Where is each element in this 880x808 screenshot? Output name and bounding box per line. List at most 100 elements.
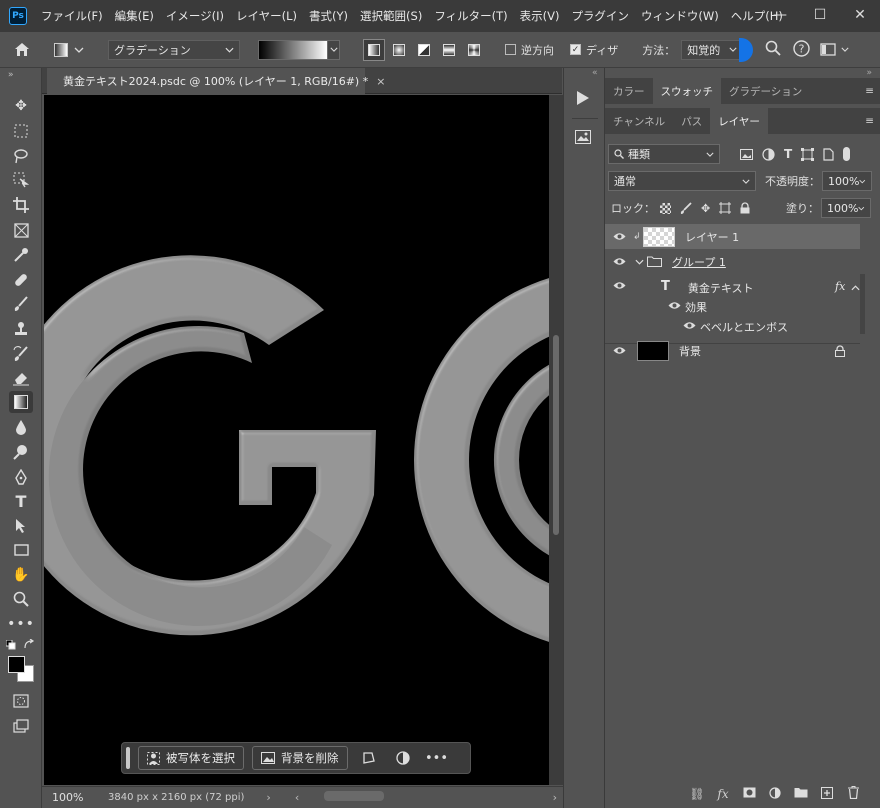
layer-row-layer1[interactable]: ↲ レイヤー 1 bbox=[605, 224, 860, 249]
horizontal-scrollbar-thumb[interactable] bbox=[324, 791, 384, 801]
crop-tool[interactable] bbox=[9, 194, 33, 216]
healing-brush-tool[interactable] bbox=[9, 269, 33, 291]
menu-file[interactable]: ファイル(F) bbox=[35, 8, 109, 24]
chevron-down-icon[interactable] bbox=[635, 259, 644, 265]
fill-input[interactable]: 100% bbox=[821, 198, 871, 218]
marquee-tool[interactable] bbox=[9, 120, 33, 142]
lock-brush-icon[interactable] bbox=[680, 202, 692, 214]
visibility-toggle[interactable] bbox=[668, 300, 681, 313]
quick-mask-button[interactable] bbox=[9, 690, 33, 712]
panel-menu-icon[interactable]: ≡ bbox=[859, 78, 880, 104]
scrollbar-thumb[interactable] bbox=[553, 335, 559, 535]
pen-tool[interactable] bbox=[9, 466, 33, 488]
visibility-toggle[interactable] bbox=[605, 281, 633, 290]
lock-transparent-icon[interactable] bbox=[660, 202, 671, 214]
remove-background-button[interactable]: 背景を削除 bbox=[252, 746, 348, 770]
layer-row-background[interactable]: 背景 bbox=[605, 338, 860, 363]
home-button[interactable] bbox=[0, 42, 44, 57]
dodge-tool[interactable] bbox=[9, 441, 33, 463]
blur-tool[interactable] bbox=[9, 416, 33, 438]
shape-filter-icon[interactable] bbox=[801, 147, 815, 161]
visibility-toggle[interactable] bbox=[683, 320, 696, 333]
lock-all-icon[interactable] bbox=[740, 202, 750, 214]
new-layer-button[interactable] bbox=[814, 786, 840, 802]
workspace-button[interactable] bbox=[820, 43, 849, 56]
collapse-icon[interactable]: » bbox=[8, 70, 14, 80]
swap-colors-button[interactable] bbox=[24, 638, 35, 653]
maximize-button[interactable]: ☐ bbox=[800, 0, 840, 30]
new-group-button[interactable] bbox=[788, 787, 814, 801]
tab-swatches[interactable]: スウォッチ bbox=[652, 78, 721, 104]
filter-kind-dropdown[interactable]: 種類 bbox=[608, 144, 720, 164]
tab-color[interactable]: カラー bbox=[605, 78, 653, 104]
type-filter-icon[interactable]: T bbox=[784, 147, 792, 161]
move-tool[interactable]: ✥ bbox=[9, 95, 33, 117]
layer-row-effects[interactable]: 効果 bbox=[605, 296, 860, 317]
lock-position-icon[interactable]: ✥ bbox=[701, 202, 710, 215]
dither-checkbox[interactable]: ✓ ディザ bbox=[570, 42, 618, 58]
chevron-up-icon[interactable] bbox=[851, 285, 860, 291]
layers-scrollbar[interactable] bbox=[860, 274, 865, 334]
fx-icon[interactable]: fx bbox=[835, 280, 845, 293]
document-canvas[interactable] bbox=[44, 95, 549, 785]
scroll-left-icon[interactable]: ‹ bbox=[295, 791, 299, 804]
default-colors-button[interactable] bbox=[5, 639, 16, 650]
minimize-button[interactable]: — bbox=[760, 0, 800, 30]
object-selection-tool[interactable] bbox=[9, 169, 33, 191]
filter-toggle[interactable] bbox=[843, 147, 851, 161]
stamp-tool[interactable] bbox=[9, 318, 33, 340]
path-selection-tool[interactable] bbox=[9, 515, 33, 537]
layer-row-group1[interactable]: グループ 1 bbox=[605, 249, 860, 274]
search-button[interactable] bbox=[765, 40, 781, 59]
radial-gradient-button[interactable] bbox=[388, 39, 410, 61]
eyedropper-tool[interactable] bbox=[9, 244, 33, 266]
reflected-gradient-button[interactable] bbox=[438, 39, 460, 61]
smart-object-filter-icon[interactable] bbox=[823, 147, 834, 161]
actions-panel-button[interactable] bbox=[576, 90, 590, 109]
tab-gradients[interactable]: グラデーション bbox=[721, 78, 810, 104]
eraser-tool[interactable] bbox=[9, 367, 33, 389]
delete-layer-button[interactable] bbox=[840, 786, 866, 802]
zoom-level[interactable]: 100% bbox=[42, 791, 92, 804]
opacity-input[interactable]: 100% bbox=[822, 171, 872, 191]
tab-paths[interactable]: パス bbox=[673, 108, 710, 134]
menu-layer[interactable]: レイヤー(L) bbox=[230, 8, 303, 24]
more-tools-button[interactable]: ••• bbox=[7, 613, 34, 635]
hand-tool[interactable]: ✋ bbox=[9, 564, 33, 586]
type-tool[interactable]: T bbox=[9, 490, 33, 512]
rectangle-tool[interactable] bbox=[9, 539, 33, 561]
add-mask-button[interactable] bbox=[736, 787, 762, 801]
gradient-mode-dropdown[interactable]: グラデーション bbox=[108, 39, 240, 60]
menu-window[interactable]: ウィンドウ(W) bbox=[635, 8, 725, 24]
pixel-filter-icon[interactable] bbox=[740, 148, 753, 160]
angle-gradient-button[interactable] bbox=[413, 39, 435, 61]
menu-select[interactable]: 選択範囲(S) bbox=[354, 8, 428, 24]
blend-mode-dropdown[interactable]: 通常 bbox=[608, 171, 756, 191]
menu-edit[interactable]: 編集(E) bbox=[109, 8, 160, 24]
screen-mode-button[interactable] bbox=[9, 715, 33, 737]
reverse-checkbox[interactable]: 逆方向 bbox=[505, 42, 554, 58]
gradient-picker[interactable] bbox=[258, 39, 340, 60]
foreground-color-swatch[interactable] bbox=[8, 656, 25, 673]
transform-button[interactable] bbox=[356, 746, 382, 770]
close-button[interactable]: ✕ bbox=[840, 0, 880, 30]
brush-tool[interactable] bbox=[9, 293, 33, 315]
panel-menu-icon[interactable]: ≡ bbox=[859, 108, 880, 134]
adjustment-filter-icon[interactable] bbox=[762, 147, 775, 161]
diamond-gradient-button[interactable] bbox=[463, 39, 485, 61]
add-style-button[interactable]: fx bbox=[710, 787, 736, 801]
history-brush-tool[interactable] bbox=[9, 343, 33, 365]
menu-type[interactable]: 書式(Y) bbox=[303, 8, 354, 24]
document-tab[interactable]: 黄金テキスト2024.psdc @ 100% (レイヤー 1, RGB/16#)… bbox=[47, 68, 385, 94]
select-subject-button[interactable]: 被写体を選択 bbox=[138, 746, 244, 770]
gradient-tool[interactable] bbox=[9, 391, 33, 413]
collapse-panels-icon[interactable]: » bbox=[866, 68, 872, 78]
scroll-right-icon[interactable]: › bbox=[553, 791, 557, 804]
menu-view[interactable]: 表示(V) bbox=[514, 8, 566, 24]
menu-image[interactable]: イメージ(I) bbox=[160, 8, 230, 24]
lock-artboard-icon[interactable] bbox=[719, 202, 732, 214]
new-adjustment-button[interactable] bbox=[762, 786, 788, 802]
menu-plugins[interactable]: プラグイン bbox=[565, 8, 635, 24]
visibility-toggle[interactable] bbox=[605, 257, 633, 266]
libraries-panel-button[interactable] bbox=[575, 130, 591, 147]
